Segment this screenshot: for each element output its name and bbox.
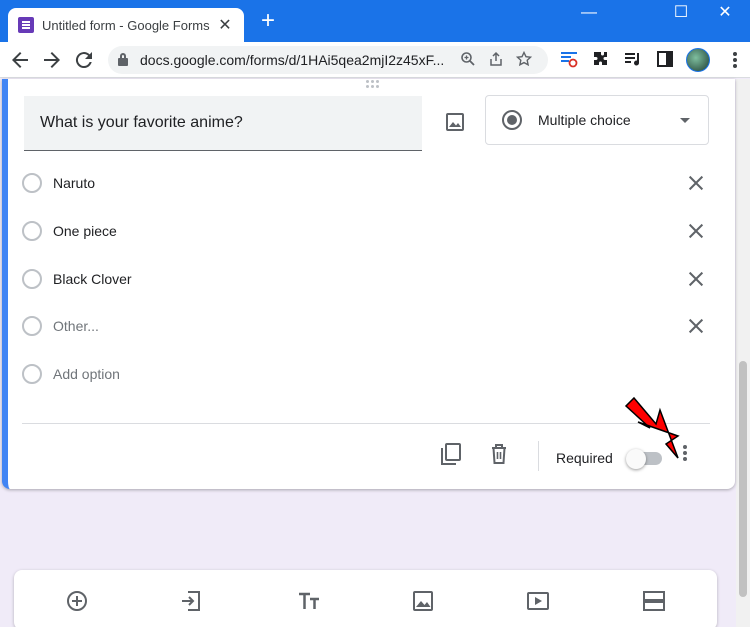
remove-option-icon[interactable]: [684, 314, 708, 338]
radio-icon: [22, 221, 42, 241]
reading-mode-icon[interactable]: [558, 50, 580, 70]
zoom-icon[interactable]: [454, 51, 482, 70]
other-option-label: Other...: [53, 318, 99, 334]
import-questions-icon[interactable]: [178, 588, 204, 614]
radio-icon: [22, 316, 42, 336]
profile-avatar[interactable]: [686, 48, 710, 72]
add-option-link[interactable]: Add option: [53, 366, 712, 382]
radio-button-checked-icon: [502, 110, 522, 130]
browser-toolbar: docs.google.com/forms/d/1HAi5qea2mjI2z45…: [0, 42, 750, 78]
footer-separator: [538, 441, 539, 471]
add-section-icon[interactable]: [641, 588, 667, 614]
back-arrow-icon: [12, 52, 28, 68]
reload-button[interactable]: [72, 48, 96, 72]
forward-button[interactable]: [40, 48, 64, 72]
remove-option-icon[interactable]: [684, 171, 708, 195]
remove-option-icon[interactable]: [684, 219, 708, 243]
option-label[interactable]: Naruto: [53, 175, 684, 191]
other-option-row[interactable]: Other...: [22, 311, 712, 341]
browser-title-bar: Untitled form - Google Forms ✕ + — ☐ ✕: [0, 0, 750, 42]
add-option-row[interactable]: Add option: [22, 359, 712, 389]
tab-close-icon[interactable]: ✕: [216, 15, 234, 35]
reload-icon: [75, 52, 92, 69]
question-title-input[interactable]: What is your favorite anime?: [24, 96, 422, 151]
form-bottom-toolbar: [14, 570, 717, 627]
option-label[interactable]: One piece: [53, 223, 684, 239]
share-icon[interactable]: [482, 51, 510, 70]
browser-menu-icon[interactable]: [728, 50, 742, 70]
forms-favicon-icon: [18, 17, 34, 33]
add-image-icon[interactable]: [410, 588, 436, 614]
radio-icon: [22, 364, 42, 384]
option-row[interactable]: Black Clover: [22, 264, 712, 294]
page-scrollbar[interactable]: [736, 79, 750, 627]
minimize-button[interactable]: —: [574, 4, 604, 24]
new-tab-button[interactable]: +: [256, 9, 280, 34]
star-icon[interactable]: [510, 50, 538, 70]
radio-icon: [22, 173, 42, 193]
add-title-icon[interactable]: [296, 588, 322, 614]
option-label[interactable]: Black Clover: [53, 271, 684, 287]
lock-icon: [118, 53, 128, 66]
scrollbar-thumb[interactable]: [739, 361, 747, 597]
tab-title: Untitled form - Google Forms: [42, 17, 210, 33]
required-label: Required: [556, 450, 613, 466]
question-type-dropdown[interactable]: Multiple choice: [485, 95, 709, 145]
trash-icon[interactable]: [486, 441, 512, 467]
add-image-icon[interactable]: [440, 107, 470, 137]
remove-option-icon[interactable]: [684, 267, 708, 291]
drag-handle-icon[interactable]: [366, 80, 382, 88]
annotation-arrow-icon: [624, 396, 680, 459]
media-icon[interactable]: [622, 50, 644, 70]
close-window-button[interactable]: ✕: [710, 4, 740, 24]
duplicate-icon[interactable]: [438, 441, 464, 467]
maximize-button[interactable]: ☐: [666, 4, 696, 24]
option-row[interactable]: One piece: [22, 216, 712, 246]
url-text: docs.google.com/forms/d/1HAi5qea2mjI2z45…: [140, 52, 445, 68]
back-button[interactable]: [8, 48, 32, 72]
browser-tab[interactable]: Untitled form - Google Forms ✕: [8, 8, 244, 42]
extensions-icon[interactable]: [590, 50, 612, 70]
radio-icon: [22, 269, 42, 289]
question-type-label: Multiple choice: [538, 112, 631, 128]
add-video-icon[interactable]: [525, 588, 551, 614]
sidepanel-icon[interactable]: [654, 50, 676, 70]
option-row[interactable]: Naruto: [22, 168, 712, 198]
add-question-icon[interactable]: [64, 588, 90, 614]
dropdown-arrow-icon: [680, 117, 690, 123]
footer-divider: [22, 423, 710, 424]
address-bar[interactable]: docs.google.com/forms/d/1HAi5qea2mjI2z45…: [108, 46, 548, 74]
forward-arrow-icon: [44, 52, 60, 68]
